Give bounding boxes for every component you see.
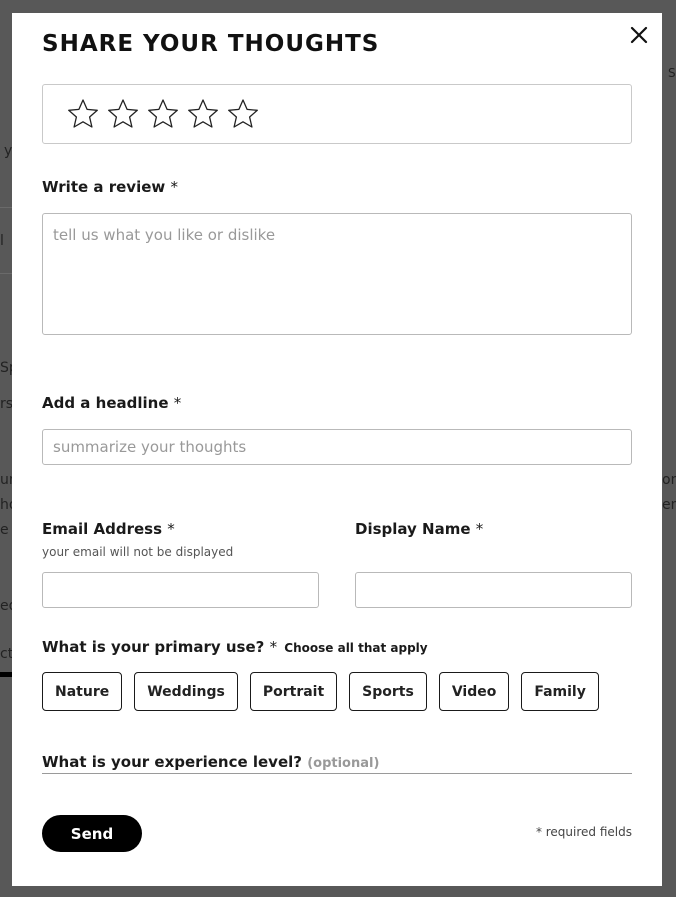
star-rating[interactable] <box>42 84 632 144</box>
primary-use-hint: Choose all that apply <box>284 641 428 655</box>
star-icon[interactable] <box>147 98 179 130</box>
primary-use-label: What is your primary use? * Choose all t… <box>42 638 428 656</box>
email-hint: your email will not be displayed <box>42 545 234 559</box>
experience-label-text: What is your experience level? <box>42 753 302 771</box>
primary-use-label-text: What is your primary use? <box>42 638 265 656</box>
use-option-nature[interactable]: Nature <box>42 672 123 711</box>
bg-text-fragment: em <box>662 497 676 513</box>
headline-input[interactable] <box>42 429 632 465</box>
use-option-family[interactable]: Family <box>521 672 599 711</box>
display-name-label-text: Display Name <box>355 520 471 538</box>
headline-label: Add a headline * <box>42 394 181 412</box>
bg-text-fragment: l <box>0 233 4 249</box>
email-label-text: Email Address <box>42 520 163 538</box>
star-icon[interactable] <box>67 98 99 130</box>
required-mark: * <box>475 520 484 538</box>
headline-label-text: Add a headline <box>42 394 169 412</box>
bg-underline <box>0 672 12 677</box>
use-option-weddings[interactable]: Weddings <box>134 672 238 711</box>
bg-text-fragment: e <box>0 522 9 538</box>
required-mark: * <box>173 394 182 412</box>
close-icon <box>630 26 648 44</box>
primary-use-options: Nature Weddings Portrait Sports Video Fa… <box>42 672 599 711</box>
experience-label[interactable]: What is your experience level? (optional… <box>42 753 379 771</box>
bg-divider <box>0 273 12 274</box>
required-fields-note: * required fields <box>535 825 632 839</box>
required-mark: * <box>170 178 179 196</box>
use-option-portrait[interactable]: Portrait <box>249 672 338 711</box>
modal-title: SHARE YOUR THOUGHTS <box>42 31 380 57</box>
experience-divider <box>42 773 632 774</box>
send-button[interactable]: Send <box>42 815 142 852</box>
email-field[interactable] <box>42 572 319 608</box>
email-label: Email Address * <box>42 520 175 538</box>
review-textarea[interactable] <box>42 213 632 335</box>
bg-text-fragment: S <box>668 66 676 80</box>
use-option-video[interactable]: Video <box>438 672 510 711</box>
star-icon[interactable] <box>107 98 139 130</box>
review-label: Write a review * <box>42 178 178 196</box>
use-option-sports[interactable]: Sports <box>349 672 427 711</box>
display-name-field[interactable] <box>355 572 632 608</box>
required-mark: * <box>167 520 175 538</box>
bg-divider <box>0 207 12 208</box>
review-modal: SHARE YOUR THOUGHTS Write a review * Add… <box>12 13 662 886</box>
bg-text-fragment: on <box>662 472 676 488</box>
star-icon[interactable] <box>227 98 259 130</box>
star-icon[interactable] <box>187 98 219 130</box>
required-mark: * <box>269 638 278 656</box>
close-button[interactable] <box>629 25 649 45</box>
display-name-label: Display Name * <box>355 520 483 538</box>
review-label-text: Write a review <box>42 178 166 196</box>
optional-note: (optional) <box>307 756 380 771</box>
